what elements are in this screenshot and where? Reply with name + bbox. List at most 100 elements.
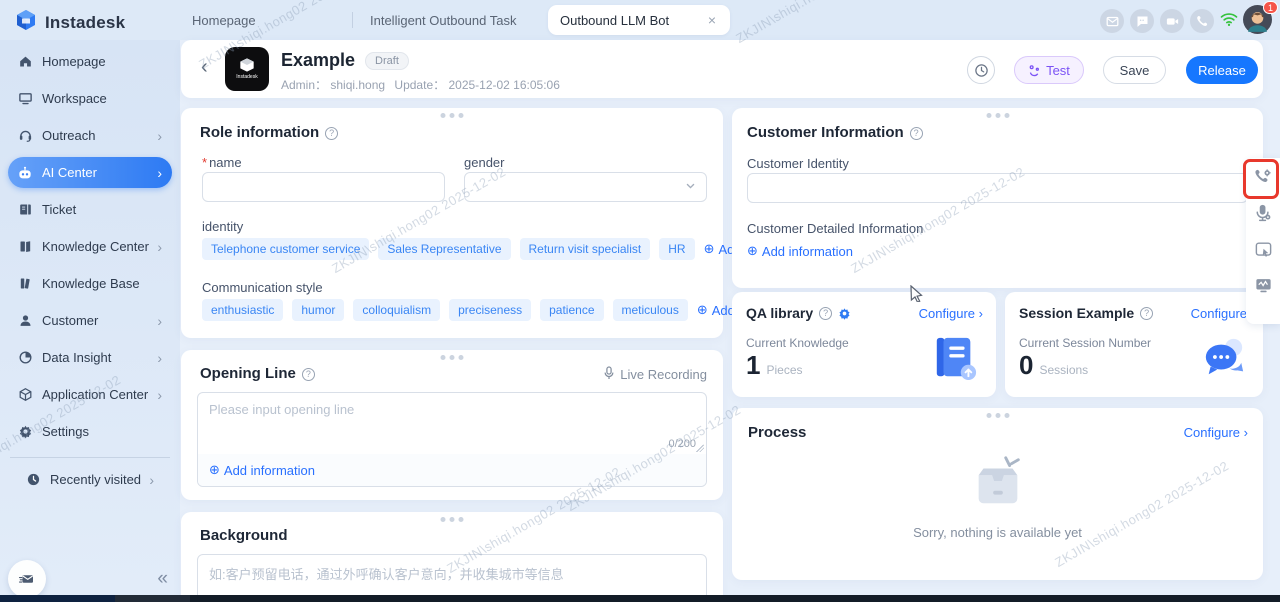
customer-information-card: Customer Information? Customer Identity … — [732, 108, 1263, 288]
quick-send-button[interactable] — [8, 560, 46, 598]
drag-handle[interactable] — [986, 413, 1009, 418]
sidebar-item-knowledge-center[interactable]: Knowledge Center› — [8, 231, 172, 262]
communication-style-label: Communication style — [202, 280, 323, 295]
customer-icon — [17, 313, 33, 329]
help-icon[interactable]: ? — [302, 368, 315, 381]
sidebar: Homepage Workspace Outreach › AI Center› Tick… — [0, 40, 180, 602]
sidebar-item-label: Outreach — [42, 128, 95, 143]
help-icon[interactable]: ? — [910, 127, 923, 140]
sidebar-item-label: Knowledge Base — [42, 276, 140, 291]
tab-outbound-llm-bot[interactable]: Outbound LLM Bot × — [548, 5, 730, 35]
tag[interactable]: Telephone customer service — [202, 238, 369, 260]
sidebar-item-recently-visited[interactable]: Recently visited › — [16, 464, 164, 495]
book-icon — [932, 334, 978, 387]
sidebar-item-application-center[interactable]: Application Center› — [8, 379, 172, 410]
admin-label: Admin： — [281, 78, 327, 92]
sidebar-item-outreach[interactable]: Outreach › — [8, 120, 172, 151]
video-icon[interactable] — [1160, 9, 1184, 33]
sidebar-item-ai-center[interactable]: AI Center› — [8, 157, 172, 188]
voice-settings-icon[interactable] — [1253, 203, 1273, 223]
app-logo: Instadesk — [14, 8, 125, 37]
history-clock-button[interactable] — [967, 56, 995, 84]
chat-icon[interactable] — [1130, 9, 1154, 33]
customer-identity-input[interactable] — [747, 173, 1248, 203]
help-icon[interactable]: ? — [325, 127, 338, 140]
chat-bubbles-icon — [1201, 336, 1247, 385]
tag[interactable]: HR — [659, 238, 694, 260]
update-value: 2025-12-02 16:05:06 — [448, 78, 559, 92]
avatar[interactable]: 1 — [1243, 5, 1272, 34]
sidebar-item-data-insight[interactable]: Data Insight› — [8, 342, 172, 373]
sidebar-item-settings[interactable]: Settings — [8, 416, 172, 447]
tag[interactable]: preciseness — [449, 299, 531, 321]
collapse-sidebar-icon[interactable]: « — [157, 568, 168, 590]
tag[interactable]: enthusiastic — [202, 299, 283, 321]
chevron-right-icon: › — [157, 128, 162, 144]
add-information-button[interactable]: ⊕Add information — [209, 462, 315, 478]
add-information-button[interactable]: ⊕Add information — [747, 243, 853, 259]
help-icon[interactable]: ? — [1140, 307, 1153, 320]
workspace-icon — [17, 91, 33, 107]
back-icon[interactable]: ‹ — [201, 56, 208, 79]
opening-line-textarea[interactable]: Please input opening line 0/200 ⊕Add inf… — [197, 392, 707, 487]
drag-handle[interactable] — [441, 355, 464, 360]
tag[interactable]: Return visit specialist — [520, 238, 651, 260]
sidebar-item-knowledge-base[interactable]: Knowledge Base — [8, 268, 172, 299]
drag-handle[interactable] — [441, 517, 464, 522]
tab-homepage[interactable]: Homepage — [192, 0, 256, 40]
sidebar-item-ticket[interactable]: Ticket — [8, 194, 172, 225]
add-icon: ⊕ — [704, 241, 715, 257]
tag[interactable]: colloquialism — [353, 299, 440, 321]
drag-handle[interactable] — [441, 113, 464, 118]
monitor-activity-icon[interactable] — [1253, 275, 1273, 295]
chevron-right-icon: › — [157, 239, 162, 255]
qa-configure-link[interactable]: Configure › — [919, 306, 983, 321]
right-tool-strip — [1246, 158, 1280, 324]
drag-handle[interactable] — [986, 113, 1009, 118]
help-icon[interactable]: ? — [819, 307, 832, 320]
background-card: Background 如:客户预留电话，通过外呼确认客户意向，并收集城市等信息 — [181, 512, 723, 602]
tab-intelligent-outbound-task[interactable]: Intelligent Outbound Task — [370, 0, 516, 40]
application-center-icon — [17, 387, 33, 403]
chevron-right-icon: › — [157, 313, 162, 329]
process-configure-link[interactable]: Configure › — [1184, 425, 1248, 440]
test-button[interactable]: Test — [1014, 56, 1084, 84]
background-placeholder: 如:客户预留电话，通过外呼确认客户意向，并收集城市等信息 — [209, 564, 564, 583]
close-tab-icon[interactable]: × — [706, 12, 718, 28]
tab-divider — [352, 12, 353, 28]
page-title: Example — [281, 50, 355, 71]
sidebar-item-label: Homepage — [42, 54, 106, 69]
resize-handle[interactable] — [696, 444, 704, 452]
bot-avatar: Instadesk — [225, 47, 269, 91]
phone-settings-icon[interactable] — [1253, 167, 1273, 187]
metric-label: Current Knowledge — [746, 336, 849, 350]
section-title: Customer Information — [747, 124, 904, 141]
tag[interactable]: meticulous — [613, 299, 688, 321]
chevron-down-icon — [685, 178, 696, 196]
notification-badge: 1 — [1263, 1, 1278, 14]
phone-icon[interactable] — [1190, 9, 1214, 33]
opening-line-placeholder: Please input opening line — [209, 402, 354, 417]
tag[interactable]: Sales Representative — [378, 238, 510, 260]
mail-icon[interactable] — [1100, 9, 1124, 33]
add-style-button[interactable]: ⊕Add — [697, 302, 735, 318]
release-button[interactable]: Release — [1186, 56, 1258, 84]
session-example-card: Session Example? Configure › Current Ses… — [1005, 292, 1263, 397]
style-tag-row: enthusiastic humor colloquialism precisenes… — [202, 299, 735, 321]
gear-icon[interactable] — [838, 307, 851, 320]
live-recording-button[interactable]: Live Recording — [603, 366, 707, 383]
tag[interactable]: patience — [540, 299, 603, 321]
tag[interactable]: humor — [292, 299, 344, 321]
sidebar-item-customer[interactable]: Customer› — [8, 305, 172, 336]
app-logo-text: Instadesk — [45, 13, 125, 33]
save-button[interactable]: Save — [1103, 56, 1166, 84]
add-icon: ⊕ — [747, 243, 758, 259]
sidebar-item-workspace[interactable]: Workspace — [8, 83, 172, 114]
home-icon — [17, 54, 33, 70]
name-input[interactable] — [202, 172, 445, 202]
chevron-right-icon: › — [149, 472, 154, 488]
sidebar-item-homepage[interactable]: Homepage — [8, 46, 172, 77]
screen-share-icon[interactable] — [1253, 239, 1273, 259]
gender-select[interactable] — [464, 172, 707, 202]
chevron-right-icon: › — [1244, 425, 1248, 440]
